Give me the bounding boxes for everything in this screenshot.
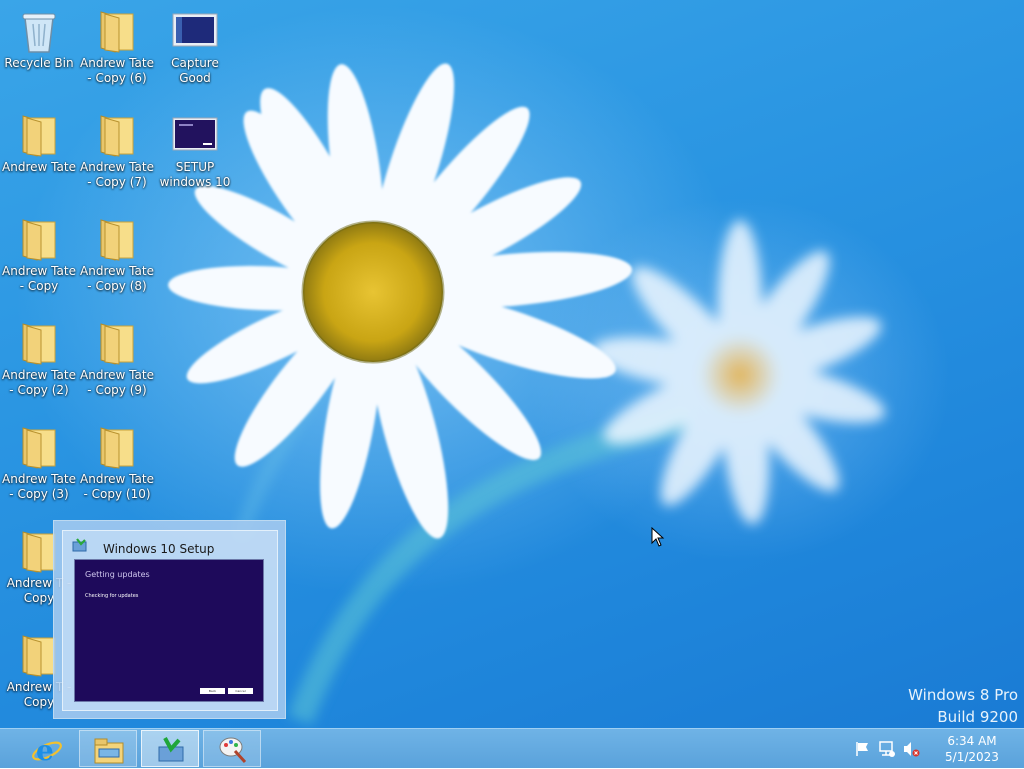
recycle-bin-icon bbox=[22, 13, 56, 53]
icon-label: Andrew Tate - Copy bbox=[2, 264, 76, 293]
folder-shortcut[interactable]: Andrew Tate - Copy (3) bbox=[0, 416, 78, 512]
folder-icon bbox=[100, 427, 134, 469]
icon-label: Andrew Tate - Copy (10) bbox=[80, 472, 154, 501]
setup-back-button: Back bbox=[200, 688, 225, 694]
icon-label: Capture Good bbox=[171, 56, 219, 85]
folder-icon bbox=[22, 219, 56, 261]
folder-shortcut[interactable]: Andrew Tate - Copy (6) bbox=[78, 0, 156, 96]
image-thumbnail-icon bbox=[172, 13, 218, 47]
folder-icon bbox=[100, 115, 134, 157]
notification-area[interactable]: 6:34 AM 5/1/2023 bbox=[854, 729, 1024, 769]
folder-icon bbox=[22, 115, 56, 157]
folder-icon bbox=[100, 219, 134, 261]
system-clock[interactable]: 6:34 AM 5/1/2023 bbox=[942, 733, 1002, 765]
icon-label: Andrew Tate - Copy (7) bbox=[80, 160, 154, 189]
folder-shortcut[interactable]: Andrew Tate - Copy (8) bbox=[78, 208, 156, 304]
folder-icon bbox=[22, 323, 56, 365]
icon-label: Andrew Tate - Copy (9) bbox=[80, 368, 154, 397]
setup-cancel-button: Cancel bbox=[228, 688, 253, 694]
setup-icon bbox=[158, 737, 184, 762]
clock-time: 6:34 AM bbox=[947, 734, 997, 748]
preview-title: Windows 10 Setup bbox=[103, 542, 215, 556]
internet-explorer-button[interactable]: e bbox=[17, 730, 75, 767]
volume-muted-icon[interactable] bbox=[902, 740, 920, 758]
setup-icon bbox=[72, 538, 87, 552]
internet-explorer-icon: e bbox=[32, 735, 62, 765]
paint-icon bbox=[219, 737, 247, 764]
folder-shortcut[interactable]: Andrew Tate - Copy bbox=[0, 208, 78, 304]
folder-shortcut[interactable]: Andrew Tate - Copy (7) bbox=[78, 104, 156, 200]
action-center-flag-icon[interactable] bbox=[854, 740, 872, 758]
windows-10-setup-button[interactable] bbox=[141, 730, 199, 767]
setup-windows-10-shortcut[interactable]: SETUP windows 10 bbox=[156, 104, 234, 200]
paint-button[interactable] bbox=[203, 730, 261, 767]
folder-icon bbox=[100, 11, 134, 53]
svg-text:e: e bbox=[36, 735, 54, 765]
folder-icon bbox=[100, 323, 134, 365]
setup-heading: Getting updates bbox=[85, 570, 150, 579]
folder-shortcut[interactable]: Andrew Tate - Copy (2) bbox=[0, 312, 78, 408]
watermark-edition: Windows 8 Pro bbox=[908, 686, 1018, 704]
watermark-build: Build 9200 bbox=[937, 708, 1018, 726]
capture-good-shortcut[interactable]: Capture Good bbox=[156, 0, 234, 96]
image-thumbnail-icon bbox=[172, 117, 218, 151]
taskbar-thumbnail-preview[interactable]: Windows 10 Setup Getting updates Checkin… bbox=[53, 520, 286, 719]
icon-label: Andrew Tate - Copy (6) bbox=[80, 56, 154, 85]
icon-label: Andrew Tate bbox=[2, 160, 76, 174]
setup-status: Checking for updates bbox=[85, 593, 139, 599]
folder-shortcut[interactable]: Andrew Tate bbox=[0, 104, 78, 200]
setup-window-thumbnail[interactable]: Getting updates Checking for updates Bac… bbox=[74, 559, 264, 702]
folder-shortcut[interactable]: Andrew Tate - Copy (10) bbox=[78, 416, 156, 512]
preview-frame[interactable]: Windows 10 Setup Getting updates Checkin… bbox=[62, 530, 278, 711]
taskbar[interactable]: e 6:34 AM 5/1/2023 bbox=[0, 728, 1024, 768]
icon-label: SETUP windows 10 bbox=[159, 160, 231, 189]
windows-version-watermark: Windows 8 Pro Build 9200 bbox=[908, 684, 1018, 728]
folder-shortcut[interactable]: Andrew Tate - Copy (9) bbox=[78, 312, 156, 408]
icon-label: Recycle Bin bbox=[4, 56, 74, 70]
folder-icon bbox=[22, 427, 56, 469]
file-explorer-icon bbox=[94, 738, 124, 764]
clock-date: 5/1/2023 bbox=[945, 750, 999, 764]
icon-label: Andrew Tate - Copy (8) bbox=[80, 264, 154, 293]
file-explorer-button[interactable] bbox=[79, 730, 137, 767]
recycle-bin-shortcut[interactable]: Recycle Bin bbox=[0, 0, 78, 96]
icon-label: Andrew Tate - Copy (3) bbox=[2, 472, 76, 501]
desktop[interactable]: Recycle Bin Andrew Tate - Copy (6) Captu… bbox=[0, 0, 1024, 728]
network-icon[interactable] bbox=[878, 740, 896, 758]
icon-label: Andrew Tate - Copy (2) bbox=[2, 368, 76, 397]
mouse-cursor-icon bbox=[651, 527, 665, 547]
